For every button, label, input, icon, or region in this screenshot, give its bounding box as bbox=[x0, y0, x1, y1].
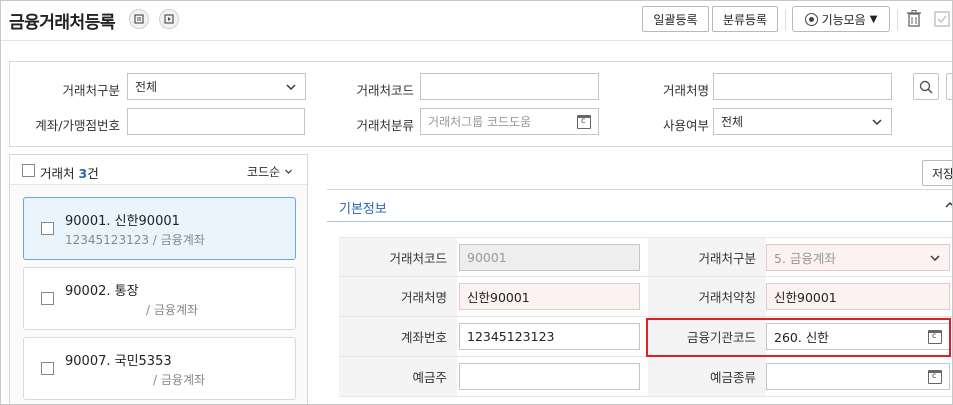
category-placeholder: 거래처그룹 코드도움 bbox=[428, 115, 532, 129]
chevron-down-icon bbox=[285, 169, 292, 174]
name-field[interactable]: 신한90001 bbox=[459, 283, 640, 310]
item-title: 90001. 신한90001 bbox=[65, 214, 180, 229]
chevron-down-icon bbox=[930, 255, 940, 261]
holder-field-cell bbox=[457, 357, 648, 397]
item-title: 90002. 통장 bbox=[65, 284, 139, 299]
list-item[interactable]: 90007. 국민5353 / 금융계좌 bbox=[23, 337, 296, 400]
vendor-list-panel: 거래처 3건 코드순 90001. 신한90001 12345123123 / … bbox=[9, 154, 308, 404]
type-field-label: 거래처구분 bbox=[648, 237, 766, 277]
name-input[interactable] bbox=[713, 73, 892, 100]
search-icon bbox=[919, 80, 933, 94]
account-field-cell: 12345123123 bbox=[457, 317, 648, 357]
code-input[interactable] bbox=[420, 73, 599, 100]
detail-tabbar: 기본정보 bbox=[327, 189, 953, 222]
check-document-icon[interactable] bbox=[934, 10, 950, 27]
type-select[interactable]: 전체 bbox=[127, 73, 306, 100]
chevron-down-icon: ▼ bbox=[869, 13, 878, 25]
search-button[interactable] bbox=[913, 73, 939, 100]
page-header: 금융거래처등록 일괄등록 분류등록 기능모음 ▼ bbox=[1, 1, 952, 41]
item-sub: / 금융계좌 bbox=[146, 303, 199, 317]
item-sub: 12345123123 / 금융계좌 bbox=[65, 233, 205, 247]
sort-label: 코드순 bbox=[247, 165, 281, 179]
usage-select[interactable]: 전체 bbox=[713, 108, 892, 135]
category-register-button[interactable]: 분류등록 bbox=[712, 6, 778, 32]
play-icon[interactable] bbox=[159, 9, 179, 29]
more-button[interactable] bbox=[946, 73, 952, 100]
list-item[interactable]: 90002. 통장 / 금융계좌 bbox=[23, 267, 296, 330]
short-name-cell: 신한90001 bbox=[766, 277, 952, 317]
account-input[interactable] bbox=[127, 108, 305, 135]
code-field: 90001 bbox=[459, 244, 640, 271]
type-field-cell: 5. 금융계좌 bbox=[766, 237, 952, 277]
detail-panel: 저장 기본정보 거래처코드 90001 거래처구분 5. 금융계좌 거래처명 신… bbox=[327, 154, 953, 404]
item-checkbox[interactable] bbox=[41, 222, 54, 235]
item-checkbox[interactable] bbox=[41, 292, 54, 305]
divider bbox=[785, 9, 786, 31]
list-count-number: 3 bbox=[78, 166, 88, 181]
name-label: 거래처명 bbox=[662, 83, 709, 98]
deposit-type-label: 예금종류 bbox=[648, 357, 766, 397]
deposit-type-field[interactable] bbox=[766, 363, 950, 390]
category-input[interactable]: 거래처그룹 코드도움 bbox=[420, 108, 599, 135]
menu-list-icon[interactable] bbox=[129, 9, 149, 29]
short-name-field[interactable]: 신한90001 bbox=[766, 283, 950, 310]
holder-field[interactable] bbox=[459, 363, 640, 390]
code-field-cell: 90001 bbox=[457, 237, 648, 277]
list-item[interactable]: 90001. 신한90001 12345123123 / 금융계좌 bbox=[23, 197, 296, 260]
bulk-register-button[interactable]: 일괄등록 bbox=[642, 6, 709, 32]
collapse-icon[interactable] bbox=[944, 199, 953, 211]
list-count-unit: 건 bbox=[87, 166, 99, 181]
name-field-cell: 신한90001 bbox=[457, 277, 648, 317]
page-title: 금융거래처등록 bbox=[9, 13, 115, 33]
holder-field-label: 예금주 bbox=[339, 357, 457, 397]
item-title: 90007. 국민5353 bbox=[65, 354, 172, 369]
code-help-icon[interactable] bbox=[577, 115, 591, 129]
sort-dropdown[interactable]: 코드순 bbox=[247, 163, 293, 180]
usage-select-value: 전체 bbox=[721, 115, 744, 129]
tab-basic-info[interactable]: 기본정보 bbox=[339, 198, 387, 217]
item-checkbox[interactable] bbox=[41, 362, 54, 375]
code-label: 거래처코드 bbox=[356, 83, 414, 98]
account-field[interactable]: 12345123123 bbox=[459, 323, 640, 350]
category-label: 거래처분류 bbox=[356, 118, 414, 133]
item-sub: / 금융계좌 bbox=[153, 373, 206, 387]
select-all-checkbox[interactable] bbox=[22, 164, 35, 177]
usage-label: 사용여부 bbox=[662, 118, 709, 133]
type-field-select[interactable]: 5. 금융계좌 bbox=[766, 244, 950, 271]
type-select-value: 전체 bbox=[135, 80, 158, 94]
type-label: 거래처구분 bbox=[62, 83, 120, 98]
deposit-type-cell bbox=[766, 357, 952, 397]
settings-icon bbox=[804, 12, 818, 26]
chevron-down-icon bbox=[286, 84, 296, 90]
code-field-label: 거래처코드 bbox=[339, 237, 457, 277]
code-help-icon[interactable] bbox=[928, 370, 942, 384]
search-panel: 거래처구분 전체 거래처코드 거래처명 계좌/가맹점번호 거래처분류 거래처그룹… bbox=[9, 61, 952, 147]
short-name-label: 거래처약칭 bbox=[648, 277, 766, 317]
features-label: 기능모음 bbox=[821, 12, 866, 27]
trash-icon[interactable] bbox=[907, 10, 921, 27]
highlight-box bbox=[646, 318, 951, 357]
chevron-down-icon bbox=[872, 119, 882, 125]
app-window: 금융거래처등록 일괄등록 분류등록 기능모음 ▼ 거래처구분 전체 거래처코드 … bbox=[0, 0, 953, 405]
save-button[interactable]: 저장 bbox=[922, 160, 952, 186]
account-field-label: 계좌번호 bbox=[339, 317, 457, 357]
divider bbox=[897, 9, 898, 31]
list-header-label: 거래처 bbox=[40, 166, 75, 181]
account-label: 계좌/가맹점번호 bbox=[35, 118, 120, 133]
type-field-value: 5. 금융계좌 bbox=[774, 251, 836, 266]
list-count: 거래처 3건 bbox=[40, 163, 99, 182]
name-field-label: 거래처명 bbox=[339, 277, 457, 317]
list-header: 거래처 3건 코드순 bbox=[10, 155, 307, 185]
features-button[interactable]: 기능모음 ▼ bbox=[792, 6, 890, 32]
